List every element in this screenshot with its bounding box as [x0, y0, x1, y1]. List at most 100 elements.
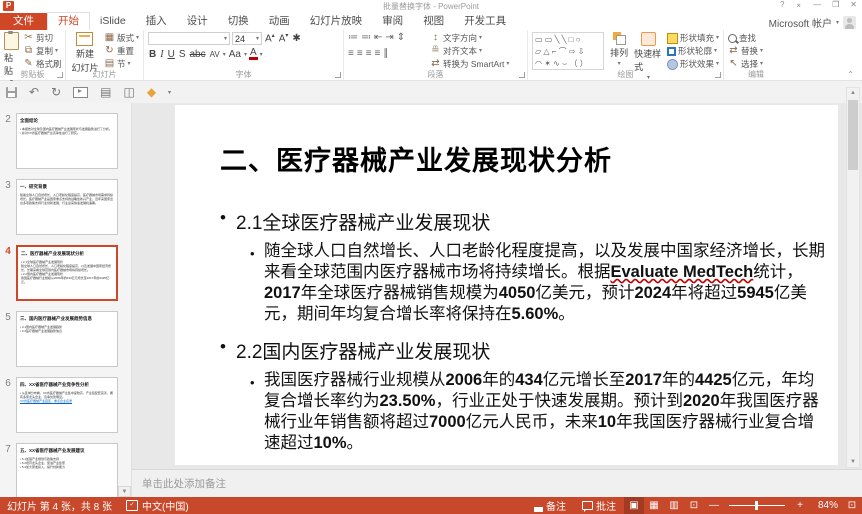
shapes-row-2[interactable]: ▱ △ ⌐ ⌒ ⇨ ⇩	[535, 46, 601, 58]
undo-icon[interactable]: ↶	[29, 85, 39, 99]
notes-placeholder[interactable]: 单击此处添加备注	[132, 476, 226, 491]
fit-to-window-icon[interactable]: ⊡	[842, 497, 862, 514]
addin-icon[interactable]: ◆	[147, 85, 156, 99]
copy-button[interactable]: ⧉ 复制 ▾	[23, 45, 62, 57]
zoom-in-icon[interactable]: +	[790, 497, 810, 514]
thumbnail-slide-6[interactable]: 6 四、XX省医疗器械产业竞争性分析 • 从区域分布看，XX省医疗器械产业集中度…	[0, 377, 131, 433]
bullet-heading-text[interactable]: 2.1全球医疗器械产业发展现状	[236, 208, 490, 235]
reading-view-icon[interactable]: ▥	[664, 497, 684, 514]
account-menu[interactable]: Microsoft 帐户 ▾	[769, 15, 862, 30]
slide-title-textbox[interactable]: 二、医疗器械产业发展现状分析	[220, 139, 820, 178]
minimize-icon[interactable]: —	[813, 0, 821, 9]
underline-button[interactable]: U	[167, 49, 176, 60]
align-text-button[interactable]: ≞ 对齐文本 ▾	[430, 45, 509, 57]
decrease-indent-icon[interactable]: ⇤	[374, 32, 382, 43]
avatar[interactable]	[843, 16, 856, 29]
text-shadow-button[interactable]: S	[178, 49, 187, 60]
close-icon[interactable]: ✕	[850, 0, 857, 9]
bullet-paragraph-text[interactable]: 随全球人口自然增长、人口老龄化程度提高，以及发展中国家经济增长，长期来看全球范围…	[264, 241, 828, 325]
bullets-icon[interactable]: ≔	[348, 32, 358, 43]
notes-pane[interactable]: 单击此处添加备注	[132, 469, 862, 497]
paragraph-dialog-launcher-icon[interactable]	[519, 72, 525, 78]
bullet-paragraph-text[interactable]: 我国医疗器械行业规模从2006年的434亿元增长至2017年的4425亿元，年均…	[264, 370, 828, 454]
redo-icon[interactable]: ↻	[51, 85, 61, 99]
font-dialog-launcher-icon[interactable]	[335, 72, 341, 78]
thumbnail-slide-3[interactable]: 3 一、研究背景 随着全球人口自然增长、人口老龄化程度提高，医疗器械市场需求持续…	[0, 179, 131, 235]
quick-print-icon[interactable]: ◫	[123, 85, 134, 99]
slide-4-editing-surface[interactable]: 二、医疗器械产业发展现状分析 • 2.1全球医疗器械产业发展现状 • 随全球人口…	[175, 105, 838, 465]
start-slideshow-icon[interactable]	[73, 87, 88, 98]
scroll-down-icon[interactable]: ▼	[847, 457, 859, 467]
find-button[interactable]: 查找	[728, 32, 784, 44]
zoom-slider-thumb[interactable]	[755, 501, 758, 510]
tab-home[interactable]: 开始	[47, 12, 90, 30]
notes-toggle-button[interactable]: 备注	[526, 497, 574, 514]
text-direction-button[interactable]: ↕ 文字方向 ▾	[430, 32, 509, 44]
zoom-out-icon[interactable]: —	[704, 497, 724, 514]
scroll-up-icon[interactable]: ▲	[847, 88, 859, 98]
slide-position[interactable]: 幻灯片 第 4 张，共 8 张	[7, 498, 112, 513]
tab-view[interactable]: 视图	[413, 13, 454, 30]
slideshow-view-icon[interactable]: ⊡	[684, 497, 704, 514]
thumbnail-box[interactable]: 一、研究背景 随着全球人口自然增长、人口老龄化程度提高，医疗器械市场需求持续增长…	[16, 179, 118, 235]
tab-insert[interactable]: 插入	[136, 13, 177, 30]
bullet-paragraph-1[interactable]: • 随全球人口自然增长、人口老龄化程度提高，以及发展中国家经济增长，长期来看全球…	[250, 241, 828, 325]
strikethrough-button[interactable]: abc	[188, 49, 206, 60]
tab-islide[interactable]: iSlide	[90, 13, 136, 30]
grow-font-button[interactable]: A▴	[264, 32, 276, 44]
clear-formatting-button[interactable]: ✱	[291, 33, 301, 44]
vertical-scrollbar[interactable]: ▲ ▼	[846, 87, 860, 468]
bullet-heading-1[interactable]: • 2.1全球医疗器械产业发展现状	[220, 208, 820, 235]
shapes-row-1[interactable]: ▭ ▭ ╲ ╲ □ ○	[535, 34, 601, 46]
bullet-paragraph-2[interactable]: • 我国医疗器械行业规模从2006年的434亿元增长至2017年的4425亿元，…	[250, 370, 828, 454]
drawing-dialog-launcher-icon[interactable]	[715, 72, 721, 78]
tab-file[interactable]: 文件	[0, 13, 47, 30]
reset-button[interactable]: ↻ 重置	[104, 45, 139, 57]
font-name-combo[interactable]: ▾	[148, 32, 230, 45]
thumbnail-box[interactable]: 三、国内医疗器械产业发展趋势信息 • 3.1国内医疗器械产业发展趋势 • 3.2…	[16, 311, 118, 367]
columns-icon[interactable]: ∥	[383, 48, 388, 59]
font-size-combo[interactable]: 24 ▾	[232, 32, 262, 45]
ribbon-display-options-icon[interactable]: ⌅	[795, 0, 802, 9]
tab-animations[interactable]: 动画	[259, 13, 300, 30]
thumbnail-slide-5[interactable]: 5 三、国内医疗器械产业发展趋势信息 • 3.1国内医疗器械产业发展趋势 • 3…	[0, 311, 131, 367]
italic-button[interactable]: I	[159, 49, 164, 60]
shape-fill-button[interactable]: 形状填充 ▾	[667, 32, 719, 44]
spell-check-icon[interactable]: ✓	[126, 500, 138, 511]
font-color-button[interactable]: A	[249, 48, 258, 60]
layout-button[interactable]: ▦ 版式 ▾	[104, 32, 139, 44]
numbering-icon[interactable]: ≕	[361, 32, 371, 43]
tab-design[interactable]: 设计	[177, 13, 218, 30]
align-center-icon[interactable]: ≡	[357, 48, 363, 59]
thumbnail-box[interactable]: 二、医疗器械产业发展现状分析 • 2.1全球医疗器械产业发展现状 随全球人口自然…	[16, 245, 118, 301]
character-spacing-button[interactable]: AV	[209, 50, 221, 59]
thumbnail-box[interactable]: 四、XX省医疗器械产业竞争性分析 • 从区域分布看，XX省医疗器械产业集中度较高…	[16, 377, 118, 433]
thumbnail-box[interactable]: 全面结论 • 本报告对全球及国内医疗器械产业发展现状与发展趋势进行了分析。 • …	[16, 113, 118, 169]
collapse-ribbon-icon[interactable]: ⌃	[847, 70, 854, 79]
thumbnail-slide-4-selected[interactable]: 4 二、医疗器械产业发展现状分析 • 2.1全球医疗器械产业发展现状 随全球人口…	[0, 245, 131, 301]
replace-button[interactable]: ⇄ 替换 ▾	[728, 45, 784, 57]
shrink-font-button[interactable]: A▾	[278, 32, 290, 44]
tab-transitions[interactable]: 切换	[218, 13, 259, 30]
thumbnail-box[interactable]: 五、XX省医疗器械产业发展建议 • 5.1加强产业规划与政策支持 • 5.2培育…	[16, 443, 118, 497]
thumbnail-scroll-down-icon[interactable]: ▼	[118, 486, 131, 497]
bold-button[interactable]: B	[148, 49, 157, 60]
shape-outline-button[interactable]: 形状轮廓 ▾	[667, 45, 719, 57]
comments-toggle-button[interactable]: 批注	[574, 497, 624, 514]
thumbnail-slide-7[interactable]: 7 五、XX省医疗器械产业发展建议 • 5.1加强产业规划与政策支持 • 5.2…	[0, 443, 131, 497]
align-left-icon[interactable]: ≡	[348, 48, 354, 59]
line-spacing-icon[interactable]: ⇕	[397, 32, 405, 43]
bullet-heading-text[interactable]: 2.2国内医疗器械产业发展现状	[236, 337, 490, 364]
thumbnail-slide-2[interactable]: 2 全面结论 • 本报告对全球及国内医疗器械产业发展现状与发展趋势进行了分析。 …	[0, 113, 131, 169]
increase-indent-icon[interactable]: ⇥	[385, 32, 393, 43]
clipboard-dialog-launcher-icon[interactable]	[57, 72, 63, 78]
restore-icon[interactable]: ❐	[832, 0, 839, 9]
zoom-level[interactable]: 84%	[810, 500, 842, 511]
shapes-gallery[interactable]: ▭ ▭ ╲ ╲ □ ○ ▱ △ ⌐ ⌒ ⇨ ⇩ ◠ ✶ ∿ ⌣ （ ）	[532, 32, 604, 70]
tab-review[interactable]: 审阅	[372, 13, 413, 30]
scrollbar-thumb[interactable]	[848, 100, 858, 170]
save-icon[interactable]	[6, 87, 17, 98]
language-indicator[interactable]: 中文(中国)	[142, 498, 189, 513]
justify-icon[interactable]: ≡	[375, 48, 381, 59]
tab-developer[interactable]: 开发工具	[454, 13, 516, 30]
